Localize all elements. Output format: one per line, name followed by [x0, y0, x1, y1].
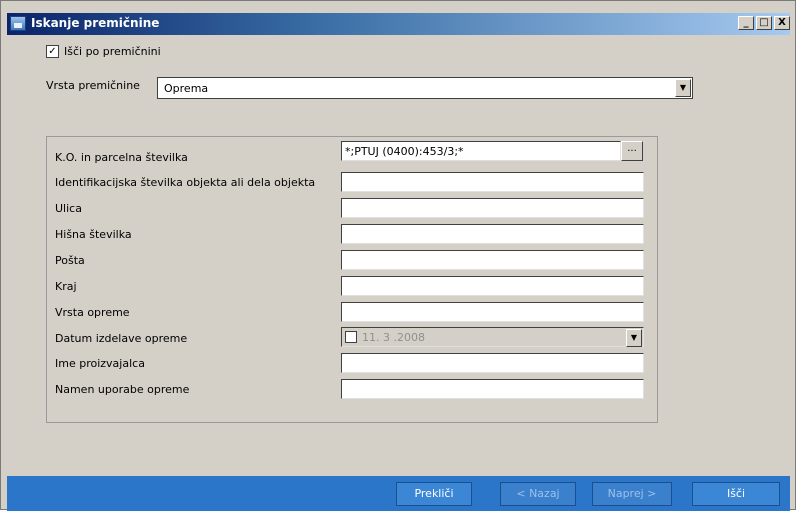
parcel-label: K.O. in parcelna številka — [55, 151, 188, 164]
place-field[interactable] — [341, 276, 644, 296]
title-bar[interactable]: Iskanje premičnine _ □ X — [7, 13, 790, 35]
parcel-field[interactable]: *;PTUJ (0400):453/3;* — [341, 141, 621, 161]
chevron-down-icon[interactable]: ▼ — [675, 79, 691, 97]
search-by-property-row: ✓ Išči po premičnini — [46, 45, 161, 58]
minimize-icon[interactable]: _ — [738, 16, 754, 30]
house-number-label: Hišna številka — [55, 228, 132, 241]
manufacturer-label: Ime proizvajalca — [55, 357, 145, 370]
cancel-button[interactable]: Prekliči — [396, 482, 472, 506]
equipment-type-field[interactable] — [341, 302, 644, 322]
app-icon — [10, 16, 26, 31]
property-type-label: Vrsta premičnine — [46, 79, 140, 92]
object-id-field[interactable] — [341, 172, 644, 192]
calendar-dropdown-icon[interactable]: ▼ — [626, 329, 642, 347]
manufacture-date-picker[interactable]: 11. 3 .2008 ▼ — [341, 327, 644, 347]
manufacture-date-value: 11. 3 .2008 — [362, 331, 425, 344]
purpose-label: Namen uporabe opreme — [55, 383, 190, 396]
search-by-property-checkbox[interactable]: ✓ — [46, 45, 59, 58]
house-number-field[interactable] — [341, 224, 644, 244]
place-label: Kraj — [55, 280, 77, 293]
post-label: Pošta — [55, 254, 85, 267]
street-field[interactable] — [341, 198, 644, 218]
property-type-select[interactable]: Oprema ▼ — [157, 77, 693, 99]
search-movable-property-window: Iskanje premičnine _ □ X ✓ Išči po premi… — [0, 0, 796, 511]
post-field[interactable] — [341, 250, 644, 270]
parcel-browse-button[interactable]: ... — [621, 141, 643, 161]
manufacture-date-checkbox[interactable] — [345, 331, 357, 343]
wizard-button-bar: Prekliči < Nazaj Naprej > Išči — [7, 476, 790, 511]
parcel-value: *;PTUJ (0400):453/3;* — [345, 145, 464, 158]
search-button[interactable]: Išči — [692, 482, 780, 506]
manufacture-date-label: Datum izdelave opreme — [55, 332, 188, 345]
street-label: Ulica — [55, 202, 82, 215]
equipment-type-label: Vrsta opreme — [55, 306, 130, 319]
window-title: Iskanje premičnine — [31, 16, 160, 30]
object-id-label: Identifikacijska številka objekta ali de… — [55, 176, 316, 189]
window-controls: _ □ X — [736, 16, 790, 30]
search-by-property-label: Išči po premičnini — [64, 45, 161, 58]
next-button[interactable]: Naprej > — [592, 482, 672, 506]
purpose-field[interactable] — [341, 379, 644, 399]
restore-icon[interactable]: □ — [756, 16, 772, 30]
close-icon[interactable]: X — [774, 16, 790, 30]
property-type-value: Oprema — [164, 82, 209, 95]
back-button[interactable]: < Nazaj — [500, 482, 576, 506]
manufacturer-field[interactable] — [341, 353, 644, 373]
